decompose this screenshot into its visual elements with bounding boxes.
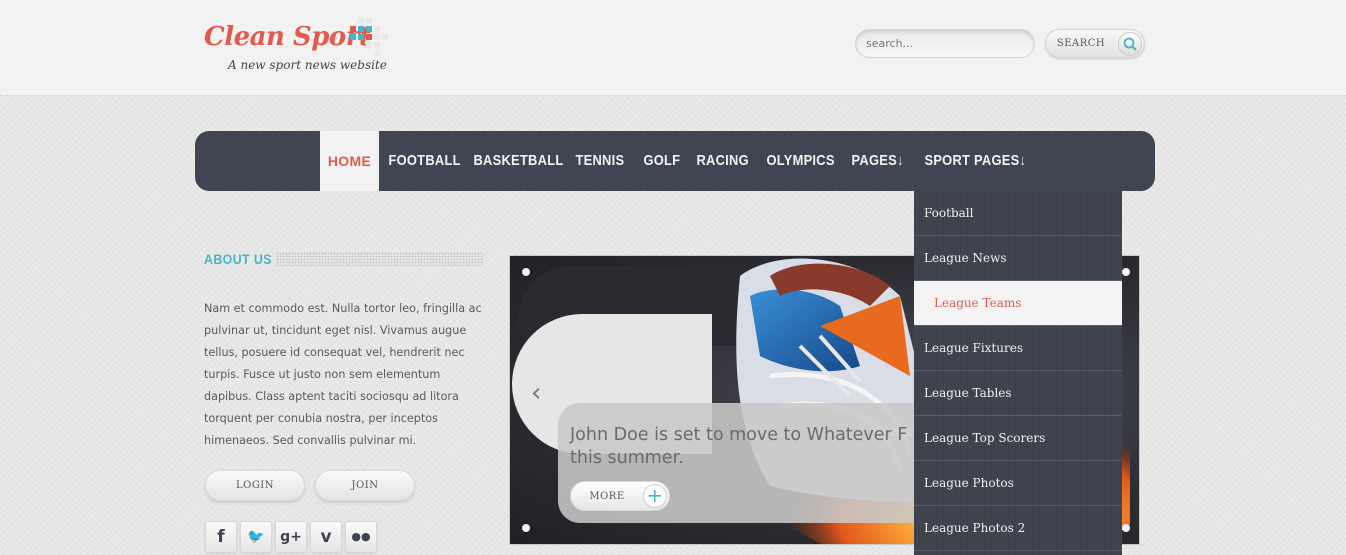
dropdown-item-league-teams[interactable]: League Teams [914, 281, 1122, 326]
join-button[interactable]: JOIN [315, 470, 415, 501]
main-navigation: HOME FOOTBALL BASKETBALL TENNIS GOLF RAC… [195, 131, 1155, 191]
nav-item-basketball[interactable]: BASKETBALL [464, 131, 573, 191]
nav-item-sport-pages[interactable]: SPORT PAGES↓ [915, 131, 1036, 191]
google-plus-icon[interactable]: g+ [275, 521, 307, 553]
facebook-icon[interactable]: f [205, 521, 237, 553]
vimeo-icon[interactable]: v [310, 521, 342, 553]
nav-item-racing[interactable]: RACING [687, 131, 758, 191]
slider-corner-dot [522, 524, 530, 532]
dropdown-item-football[interactable]: Football [914, 191, 1122, 236]
about-divider [276, 252, 484, 266]
login-button[interactable]: LOGIN [205, 470, 305, 501]
slider-prev-arrow-icon[interactable]: ‹ [531, 378, 541, 408]
flickr-icon[interactable]: ●● [345, 521, 377, 553]
more-button-label: MORE [589, 490, 625, 502]
slider-corner-dot [1122, 524, 1130, 532]
search-button-label: SEARCH [1056, 38, 1106, 49]
plus-icon: + [643, 484, 667, 508]
twitter-icon[interactable]: 🐦 [240, 521, 272, 553]
search-button[interactable]: SEARCH [1045, 29, 1145, 58]
slider-corner-dot [1122, 268, 1130, 276]
dropdown-item-league-news[interactable]: League News [914, 236, 1122, 281]
dropdown-item-league-top-scorers[interactable]: League Top Scorers [914, 416, 1122, 461]
search-input[interactable] [855, 29, 1035, 58]
search-icon [1118, 32, 1142, 56]
site-logo[interactable]: Clean Sport A new sport news website [204, 18, 388, 72]
dropdown-item-league-fixtures[interactable]: League Fixtures [914, 326, 1122, 371]
about-text: Nam et commodo est. Nulla tortor leo, fr… [204, 302, 482, 447]
logo-title: Clean Sport [204, 22, 371, 52]
slide-caption: John Doe is set to move to Whatever F cl… [570, 425, 950, 468]
dropdown-item-league-tables[interactable]: League Tables [914, 371, 1122, 416]
nav-item-golf[interactable]: GOLF [634, 131, 690, 191]
more-button[interactable]: MORE + [570, 481, 670, 511]
sport-pages-dropdown: Football League News League Teams League… [914, 191, 1122, 555]
slider-corner-dot [522, 268, 530, 276]
nav-item-home[interactable]: HOME [320, 131, 379, 191]
dropdown-item-league-photos-2[interactable]: League Photos 2 [914, 506, 1122, 551]
nav-item-tennis[interactable]: TENNIS [566, 131, 634, 191]
logo-tagline: A new sport news website [228, 58, 387, 72]
nav-item-olympics[interactable]: OLYMPICS [757, 131, 844, 191]
about-title: ABOUT US [204, 251, 272, 267]
nav-item-football[interactable]: FOOTBALL [379, 131, 470, 191]
nav-item-pages[interactable]: PAGES↓ [842, 131, 913, 191]
dropdown-item-league-photos[interactable]: League Photos [914, 461, 1122, 506]
